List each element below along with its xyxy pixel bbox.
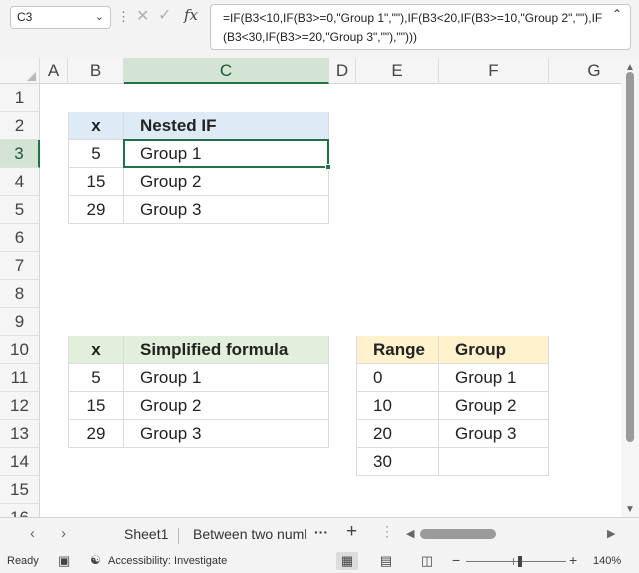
row-header-3[interactable]: 3 — [0, 140, 40, 168]
scroll-left-icon[interactable]: ◀ — [406, 527, 414, 540]
column-header-g[interactable]: G — [549, 58, 621, 84]
row-header-11[interactable]: 11 — [0, 364, 40, 392]
chevron-up-icon[interactable]: ⌃ — [612, 7, 622, 21]
table-cell[interactable]: 15 — [68, 168, 124, 196]
horizontal-scrollbar[interactable] — [418, 529, 606, 539]
table-cell[interactable]: Group 3 — [439, 420, 549, 448]
formula-input[interactable]: =IF(B3<10,IF(B3>=0,"Group 1",""),IF(B3<2… — [210, 4, 631, 50]
table-cell[interactable]: 29 — [68, 420, 124, 448]
accessibility-status[interactable]: Accessibility: Investigate — [108, 555, 227, 567]
row-header-5[interactable]: 5 — [0, 196, 40, 224]
table-cell[interactable]: 5 — [68, 364, 124, 392]
table-header-cell[interactable]: x — [68, 336, 124, 364]
row-header-6[interactable]: 6 — [0, 224, 40, 252]
worksheet-grid[interactable]: ABCDEFG 12345678910111213141516 xNested … — [0, 58, 621, 517]
table-cell[interactable]: Group 2 — [439, 392, 549, 420]
tab-prev-icon[interactable]: ‹ — [30, 525, 35, 542]
formula-bar: C3 ⌄ ⋮ ✕ ✓ fx =IF(B3<10,IF(B3>=0,"Group … — [0, 0, 639, 58]
row-header-12[interactable]: 12 — [0, 392, 40, 420]
page-break-icon[interactable]: ◫ — [416, 552, 438, 570]
status-bar: Ready ▣ ☯ Accessibility: Investigate ▦ ▤… — [0, 551, 639, 573]
name-box[interactable]: C3 ⌄ — [10, 6, 111, 29]
tab-between-two-numbers[interactable]: Between two numl — [193, 526, 306, 542]
horizontal-scroll-thumb[interactable] — [420, 529, 496, 539]
table-cell[interactable]: 29 — [68, 196, 124, 224]
table-cell[interactable] — [439, 448, 549, 476]
scroll-right-icon[interactable]: ▶ — [607, 527, 615, 540]
table-header-cell[interactable]: Group — [439, 336, 549, 364]
normal-view-icon[interactable]: ▦ — [336, 552, 358, 570]
row-header-1[interactable]: 1 — [0, 84, 40, 112]
chevron-down-icon[interactable]: ⌄ — [95, 7, 104, 28]
tab-sheet1[interactable]: Sheet1 — [124, 526, 168, 542]
formula-text[interactable]: =IF(B3<10,IF(B3>=0,"Group 1",""),IF(B3<2… — [223, 9, 608, 47]
page-layout-icon[interactable]: ▤ — [375, 552, 397, 570]
table-cell[interactable]: Group 2 — [124, 392, 329, 420]
vertical-scroll-thumb[interactable] — [626, 72, 634, 442]
row-header-7[interactable]: 7 — [0, 252, 40, 280]
sheet-tab-bar: ‹ › Sheet1 Between two numl ··· + ⋮ ◀ ▶ — [0, 517, 639, 551]
table-cell[interactable]: 20 — [356, 420, 439, 448]
more-tabs-icon[interactable]: ··· — [314, 524, 328, 540]
zoom-level[interactable]: 140% — [593, 555, 621, 567]
row-header-4[interactable]: 4 — [0, 168, 40, 196]
scroll-down-icon[interactable]: ▼ — [625, 504, 635, 515]
table-header-cell[interactable]: x — [68, 112, 124, 140]
column-header-f[interactable]: F — [439, 58, 549, 84]
table-cell[interactable]: Group 3 — [124, 420, 329, 448]
more-options-icon[interactable]: ⋮ — [117, 9, 130, 25]
table-header-cell[interactable]: Nested IF — [124, 112, 329, 140]
table-header-cell[interactable]: Simplified formula — [124, 336, 329, 364]
table-cell[interactable]: 0 — [356, 364, 439, 392]
column-header-e[interactable]: E — [356, 58, 439, 84]
table-cell[interactable]: Group 2 — [124, 168, 329, 196]
name-box-value: C3 — [17, 10, 33, 24]
row-header-9[interactable]: 9 — [0, 308, 40, 336]
column-header-b[interactable]: B — [68, 58, 124, 84]
table-cell[interactable]: 5 — [68, 140, 124, 168]
add-sheet-icon[interactable]: + — [346, 521, 357, 543]
row-header-15[interactable]: 15 — [0, 476, 40, 504]
table-cell[interactable]: Group 1 — [439, 364, 549, 392]
insert-function-icon[interactable]: fx — [184, 6, 198, 24]
check-icon[interactable]: ✓ — [158, 5, 171, 25]
row-header-16[interactable]: 16 — [0, 504, 40, 517]
cancel-icon[interactable]: ✕ — [136, 6, 149, 26]
status-ready: Ready — [7, 555, 39, 567]
row-header-8[interactable]: 8 — [0, 280, 40, 308]
zoom-slider-thumb[interactable] — [518, 556, 522, 567]
table-cell[interactable]: 10 — [356, 392, 439, 420]
table-cell[interactable]: Group 3 — [124, 196, 329, 224]
vertical-scrollbar[interactable]: ▲ ▼ — [621, 58, 639, 517]
zoom-slider[interactable] — [466, 561, 566, 562]
selected-cell-border — [123, 139, 329, 168]
row-header-10[interactable]: 10 — [0, 336, 40, 364]
row-header-13[interactable]: 13 — [0, 420, 40, 448]
select-all-icon — [27, 72, 36, 81]
column-header-d[interactable]: D — [329, 58, 356, 84]
accessibility-icon[interactable]: ☯ — [90, 553, 101, 567]
tab-next-icon[interactable]: › — [61, 525, 66, 542]
table-cell[interactable]: 30 — [356, 448, 439, 476]
row-header-14[interactable]: 14 — [0, 448, 40, 476]
table-header-cell[interactable]: Range — [356, 336, 439, 364]
zoom-in-icon[interactable]: + — [569, 552, 577, 568]
macro-recording-icon[interactable]: ▣ — [58, 553, 70, 569]
fill-handle[interactable] — [325, 164, 331, 170]
column-headers: ABCDEFG — [0, 58, 621, 84]
tab-divider — [178, 528, 179, 544]
zoom-out-icon[interactable]: − — [452, 552, 460, 568]
zoom-100-marker — [513, 558, 514, 565]
tab-splitter-icon[interactable]: ⋮ — [380, 523, 394, 540]
table-cell[interactable]: 15 — [68, 392, 124, 420]
column-header-a[interactable]: A — [40, 58, 68, 84]
row-header-2[interactable]: 2 — [0, 112, 40, 140]
table-cell[interactable]: Group 1 — [124, 364, 329, 392]
column-header-c[interactable]: C — [124, 58, 329, 84]
select-all-button[interactable] — [0, 58, 40, 84]
